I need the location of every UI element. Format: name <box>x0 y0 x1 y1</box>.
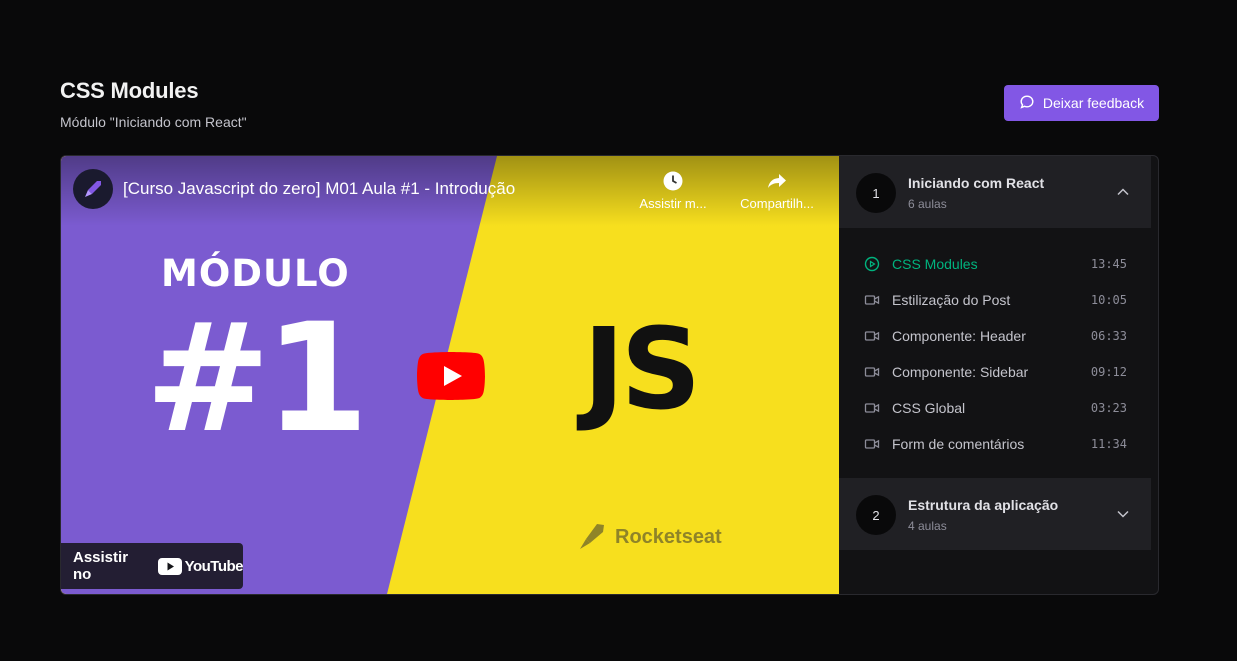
lesson-duration: 10:05 <box>1090 293 1127 307</box>
lesson-item[interactable]: Estilização do Post 10:05 <box>839 282 1151 318</box>
watch-later-label: Assistir m... <box>639 196 707 211</box>
lesson-item[interactable]: CSS Global 03:23 <box>839 390 1151 426</box>
video-player[interactable]: [Curso Javascript do zero] M01 Aula #1 -… <box>61 156 839 594</box>
module-accordion-2[interactable]: 2 Estrutura da aplicação 4 aulas <box>839 478 1151 550</box>
youtube-icon <box>157 557 182 575</box>
youtube-logo: YouTube <box>157 557 244 575</box>
lesson-item[interactable]: CSS Modules 13:45 <box>839 246 1151 282</box>
brand-label: Rocketseat <box>615 525 722 548</box>
feedback-button[interactable]: Deixar feedback <box>1004 85 1159 121</box>
module-lesson-count: 4 aulas <box>908 519 947 533</box>
share-label: Compartilh... <box>740 196 814 211</box>
module-accordion-1[interactable]: 1 Iniciando com React 6 aulas <box>839 156 1151 228</box>
module-number: 1 <box>856 173 896 213</box>
lesson-item[interactable]: Componente: Header 06:33 <box>839 318 1151 354</box>
lesson-duration: 09:12 <box>1090 365 1127 379</box>
feedback-label: Deixar feedback <box>1042 95 1145 111</box>
lesson-duration: 11:34 <box>1090 437 1127 451</box>
play-circle-icon <box>864 256 880 272</box>
youtube-label: YouTube <box>184 557 244 575</box>
thumbnail-number: #1 <box>145 292 369 466</box>
lesson-duration: 13:45 <box>1090 257 1127 271</box>
lessons-sidebar: 1 Iniciando com React 6 aulas CSS Module… <box>839 156 1151 594</box>
youtube-play-button[interactable] <box>417 352 485 400</box>
video-camera-icon <box>864 403 880 413</box>
page-subtitle: Módulo "Iniciando com React" <box>60 114 247 130</box>
lesson-duration: 06:33 <box>1090 329 1127 343</box>
lesson-title: CSS Modules <box>892 256 978 272</box>
lesson-title: CSS Global <box>892 400 966 416</box>
lesson-title: Form de comentários <box>892 436 1025 452</box>
module-lesson-count: 6 aulas <box>908 197 947 211</box>
video-title[interactable]: [Curso Javascript do zero] M01 Aula #1 -… <box>123 179 515 199</box>
thumbnail-js: JS <box>583 305 701 435</box>
rocketseat-brand: Rocketseat <box>577 522 722 552</box>
share-button[interactable]: Compartilh... <box>737 170 817 211</box>
page-header: CSS Modules Módulo "Iniciando com React"… <box>60 78 1159 138</box>
lesson-item[interactable]: Componente: Sidebar 09:12 <box>839 354 1151 390</box>
rocket-icon <box>85 181 101 197</box>
lesson-title: Componente: Header <box>892 328 1026 344</box>
thumbnail-module-text: MÓDULO <box>161 252 350 295</box>
chevron-down-icon <box>1117 510 1129 518</box>
lesson-list: CSS Modules 13:45 Estilização do Post 10… <box>839 246 1151 462</box>
module-number: 2 <box>856 495 896 535</box>
lesson-title: Estilização do Post <box>892 292 1011 308</box>
video-camera-icon <box>864 439 880 449</box>
video-camera-icon <box>864 295 880 305</box>
chat-bubble-icon <box>1019 94 1035 113</box>
lesson-item[interactable]: Form de comentários 11:34 <box>839 426 1151 462</box>
module-title: Iniciando com React <box>908 175 1045 191</box>
chevron-up-icon <box>1117 188 1129 196</box>
video-camera-icon <box>864 367 880 377</box>
page-title: CSS Modules <box>60 78 199 103</box>
watch-on-youtube-button[interactable]: Assistir no YouTube <box>61 543 244 589</box>
lesson-panel: [Curso Javascript do zero] M01 Aula #1 -… <box>60 155 1159 595</box>
lesson-title: Componente: Sidebar <box>892 364 1029 380</box>
lesson-duration: 03:23 <box>1090 401 1127 415</box>
share-arrow-icon <box>768 174 786 188</box>
module-title: Estrutura da aplicação <box>908 497 1059 513</box>
clock-icon <box>663 171 683 191</box>
channel-avatar[interactable] <box>73 169 113 209</box>
rocket-logo-icon <box>580 524 604 549</box>
watch-later-button[interactable]: Assistir m... <box>633 170 713 211</box>
video-camera-icon <box>864 331 880 341</box>
watch-on-label: Assistir no <box>73 549 129 583</box>
